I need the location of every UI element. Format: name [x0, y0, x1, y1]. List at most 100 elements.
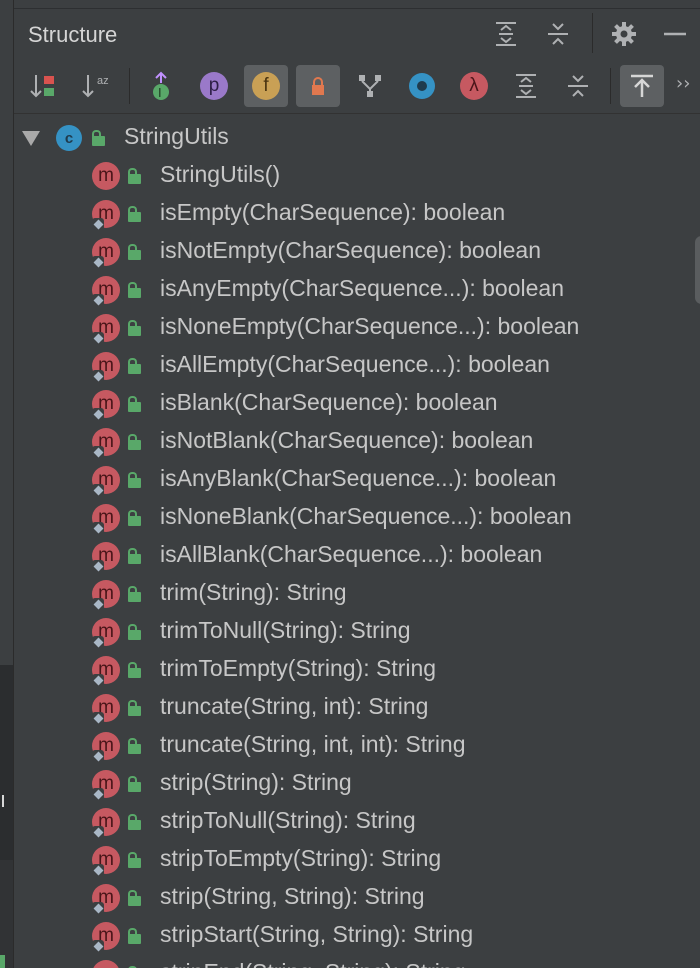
static-badge-icon: [92, 484, 104, 496]
left-strip-status-indicator: [0, 955, 5, 968]
public-lock-icon: [128, 396, 142, 412]
inherited-letter: I: [158, 85, 162, 100]
toolbar-expand-all-button[interactable]: [504, 65, 548, 107]
toolbar-separator: [129, 68, 130, 104]
inherited-icon: I: [153, 71, 169, 100]
method-icon: m: [92, 960, 120, 968]
show-non-public-button[interactable]: [296, 65, 340, 107]
method-label: truncate(String, int): String: [160, 693, 429, 719]
left-structure-tab[interactable]: [0, 665, 13, 860]
show-anonymous-classes-button[interactable]: [400, 65, 444, 107]
method-row[interactable]: m isNoneEmpty(CharSequence...): boolean: [14, 308, 674, 346]
static-badge-icon: [92, 294, 104, 306]
static-badge-icon: [92, 788, 104, 800]
method-row[interactable]: m isAnyBlank(CharSequence...): boolean: [14, 460, 674, 498]
method-label: stripEnd(String, String): String: [160, 959, 466, 968]
method-row[interactable]: m stripStart(String, String): String: [14, 916, 674, 954]
static-badge-icon: [92, 902, 104, 914]
expanded-triangle-icon[interactable]: [22, 131, 40, 146]
autoscroll-from-source-button[interactable]: [620, 65, 664, 107]
show-properties-button[interactable]: p: [192, 65, 236, 107]
lock-icon: [312, 77, 324, 95]
method-row[interactable]: m stripToEmpty(String): String: [14, 840, 674, 878]
method-row[interactable]: m trim(String): String: [14, 574, 674, 612]
anonymous-class-icon: [409, 73, 435, 99]
show-inherited-button[interactable]: I: [139, 65, 183, 107]
method-row[interactable]: m isBlank(CharSequence): boolean: [14, 384, 674, 422]
public-lock-icon: [128, 890, 142, 906]
collapse-all-button[interactable]: [542, 18, 574, 50]
sort-alphabetically-button[interactable]: az: [74, 65, 118, 107]
tree-root-row[interactable]: c StringUtils: [14, 118, 674, 156]
method-row[interactable]: m strip(String, String): String: [14, 878, 674, 916]
autoscroll-from-source-icon: [631, 74, 653, 97]
method-row[interactable]: m stripToNull(String): String: [14, 802, 674, 840]
method-label: isNoneBlank(CharSequence...): boolean: [160, 503, 572, 529]
left-strip-top: [0, 0, 13, 665]
method-label: StringUtils(): [160, 161, 281, 187]
method-row[interactable]: m truncate(String, int, int): String: [14, 726, 674, 764]
left-tool-window-strip: [0, 0, 14, 968]
structure-toolbar: az I p f λ ››: [14, 59, 700, 114]
method-row[interactable]: m stripEnd(String, String): String: [14, 954, 674, 968]
method-row[interactable]: m isNoneBlank(CharSequence...): boolean: [14, 498, 674, 536]
static-badge-icon: [92, 218, 104, 230]
static-badge-icon: [92, 674, 104, 686]
show-hierarchy-button[interactable]: [348, 65, 392, 107]
method-label: trim(String): String: [160, 579, 347, 605]
toolbar-more-button[interactable]: ››: [676, 73, 690, 94]
method-label: strip(String, String): String: [160, 883, 425, 909]
method-row[interactable]: m StringUtils(): [14, 156, 674, 194]
property-icon: p: [200, 72, 228, 100]
public-lock-icon: [128, 776, 142, 792]
method-row[interactable]: m trimToEmpty(String): String: [14, 650, 674, 688]
method-label: strip(String): String: [160, 769, 352, 795]
public-lock-icon: [128, 472, 142, 488]
method-row[interactable]: m trimToNull(String): String: [14, 612, 674, 650]
method-label: isNoneEmpty(CharSequence...): boolean: [160, 313, 580, 339]
public-lock-icon: [128, 852, 142, 868]
toolbar-collapse-all-button[interactable]: [556, 65, 600, 107]
public-lock-icon: [128, 168, 142, 184]
vertical-scrollbar-thumb[interactable]: [695, 236, 700, 304]
public-lock-icon: [128, 586, 142, 602]
expand-all-button[interactable]: [490, 18, 522, 50]
public-lock-icon: [92, 130, 106, 146]
structure-tree: c StringUtils m StringUtils() m isEmpty(Cha…: [14, 114, 700, 968]
static-badge-icon: [92, 826, 104, 838]
method-row[interactable]: m isAnyEmpty(CharSequence...): boolean: [14, 270, 674, 308]
gear-icon: [612, 22, 636, 46]
show-fields-button[interactable]: f: [244, 65, 288, 107]
method-label: isNotEmpty(CharSequence): boolean: [160, 237, 541, 263]
public-lock-icon: [128, 738, 142, 754]
public-lock-icon: [128, 282, 142, 298]
method-row[interactable]: m strip(String): String: [14, 764, 674, 802]
hide-panel-button[interactable]: [659, 18, 691, 50]
root-class-label: StringUtils: [124, 123, 229, 149]
method-row[interactable]: m truncate(String, int): String: [14, 688, 674, 726]
method-row[interactable]: m isAllBlank(CharSequence...): boolean: [14, 536, 674, 574]
static-badge-icon: [92, 598, 104, 610]
method-row[interactable]: m isEmpty(CharSequence): boolean: [14, 194, 674, 232]
method-label: isAllEmpty(CharSequence...): boolean: [160, 351, 550, 377]
minimize-icon: [664, 32, 686, 36]
public-lock-icon: [128, 244, 142, 260]
toolbar-separator: [610, 68, 611, 104]
public-lock-icon: [128, 624, 142, 640]
method-label: truncate(String, int, int): String: [160, 731, 466, 757]
public-lock-icon: [128, 700, 142, 716]
public-lock-icon: [128, 206, 142, 222]
public-lock-icon: [128, 548, 142, 564]
static-badge-icon: [92, 940, 104, 952]
method-row[interactable]: m isNotEmpty(CharSequence): boolean: [14, 232, 674, 270]
method-label: isAnyEmpty(CharSequence...): boolean: [160, 275, 564, 301]
show-lambdas-button[interactable]: λ: [452, 65, 496, 107]
sort-alphabetically-icon: az: [82, 75, 109, 98]
settings-button[interactable]: [608, 18, 640, 50]
method-row[interactable]: m isAllEmpty(CharSequence...): boolean: [14, 346, 674, 384]
sort-by-visibility-button[interactable]: [22, 65, 66, 107]
static-badge-icon: [92, 332, 104, 344]
method-label: stripToEmpty(String): String: [160, 845, 442, 871]
static-badge-icon: [92, 750, 104, 762]
method-row[interactable]: m isNotBlank(CharSequence): boolean: [14, 422, 674, 460]
